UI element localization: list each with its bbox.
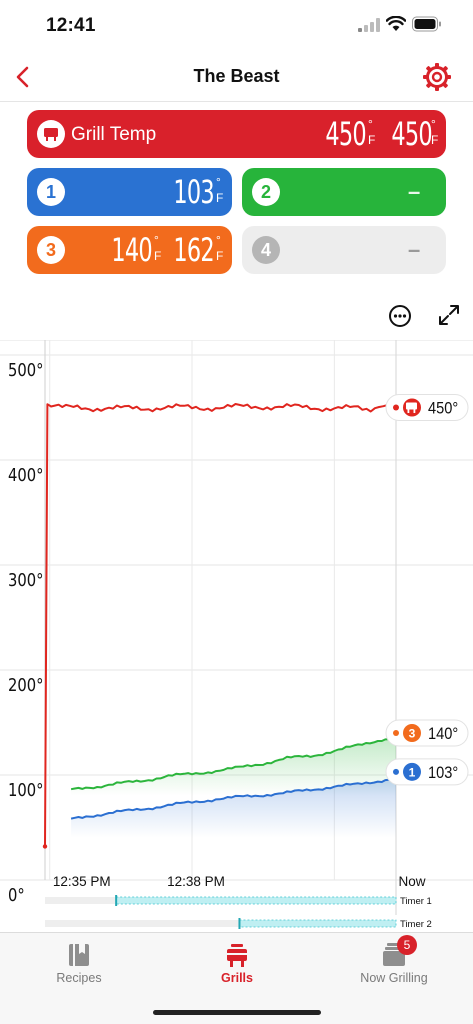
expand-icon[interactable]: [436, 302, 462, 328]
probe-3-target-degree: °: [216, 233, 221, 247]
callout-badge-label: 1: [409, 765, 416, 779]
grill-temp-target: 450: [391, 115, 432, 153]
battery-icon: [412, 16, 441, 32]
timer-label: Timer 2: [400, 919, 432, 930]
timer-start-marker: [115, 895, 118, 906]
tab-grills[interactable]: Grills: [158, 933, 316, 1003]
probe-1-temp: 103: [173, 173, 214, 211]
callout-dot: [393, 404, 399, 411]
probe-2-card[interactable]: 2 –: [242, 168, 446, 216]
status-time: 12:41: [46, 15, 96, 36]
probe-1-unit: F: [216, 191, 224, 205]
grill-temp-label: Grill Temp: [71, 124, 157, 145]
x-tick-label: 12:38 PM: [167, 874, 225, 889]
y-tick-label: 200°: [8, 675, 44, 696]
grill-icon: [227, 944, 247, 967]
y-tick-label: 0°: [8, 885, 25, 906]
probe-1-degree: °: [216, 175, 221, 189]
grill-target-degree: °: [431, 117, 436, 131]
probe-3-target-unit: F: [216, 249, 224, 263]
y-tick-label: 300°: [8, 570, 44, 591]
grill-target-unit: F: [431, 133, 439, 147]
tab-recipes-label: Recipes: [56, 971, 102, 985]
grill-icon: [406, 402, 417, 410]
tab-recipes[interactable]: Recipes: [0, 933, 158, 1003]
callout-value: 103°: [428, 764, 458, 782]
cellular-signal-icon: [358, 18, 380, 32]
temperature-chart[interactable]: 500° 400° 300° 200° 100° 0° 12:35 PM 12:38 PM No…: [0, 340, 473, 940]
grill-icon: [37, 120, 65, 148]
probe3-callout: 3 140°: [385, 719, 469, 747]
probe-3-card[interactable]: 3 140 ° F 162 ° F: [27, 226, 232, 274]
probe-4-badge: 4: [252, 236, 280, 264]
probe-4-placeholder: –: [408, 237, 421, 262]
probe-3-badge: 3: [37, 236, 65, 264]
probe-4-card[interactable]: 4 –: [242, 226, 446, 274]
grill-temp-card[interactable]: Grill Temp 450 ° F 450 ° F: [27, 110, 446, 158]
tab-now-grilling[interactable]: 5 Now Grilling: [315, 933, 473, 1003]
y-tick-label: 100°: [8, 780, 44, 801]
callout-dot: [393, 768, 399, 775]
probe-3-unit: F: [154, 249, 162, 263]
more-options-icon[interactable]: [387, 303, 413, 329]
grill-callout: 450°: [385, 394, 469, 421]
grill-temp-degree: °: [368, 117, 373, 131]
timer-label: Timer 1: [400, 896, 432, 907]
now-grilling-badge: 5: [397, 935, 417, 955]
probe-2-placeholder: –: [408, 179, 421, 204]
callout-dot: [393, 730, 399, 736]
page-title: The Beast: [193, 66, 280, 86]
probe1-callout: 1 103°: [385, 758, 469, 786]
gear-icon[interactable]: [422, 62, 452, 92]
probe-1-card[interactable]: 1 103 ° F: [27, 168, 232, 216]
grill-temp-current: 450: [325, 115, 366, 153]
grill-icon-leg: [413, 409, 416, 413]
status-bar: 12:41: [0, 0, 473, 52]
x-tick-label: Now: [398, 874, 425, 889]
wifi-icon: [386, 16, 406, 31]
probe-3-temp-target: 162: [173, 231, 214, 269]
callout-badge-label: 3: [409, 727, 416, 741]
tab-grills-label: Grills: [221, 971, 253, 985]
timer-bar: [239, 919, 397, 928]
probe-3-degree: °: [154, 233, 159, 247]
home-indicator: [153, 1010, 321, 1015]
probe-2-badge: 2: [252, 178, 280, 206]
timer-start-marker: [238, 918, 241, 929]
timer-bar: [115, 896, 397, 905]
probe-1-badge: 1: [37, 178, 65, 206]
callout-value: 450°: [428, 400, 458, 418]
y-tick-label: 400°: [8, 465, 44, 486]
callout-value: 140°: [428, 725, 458, 743]
probe-3-temp-current: 140: [111, 231, 152, 269]
y-tick-label: 500°: [8, 360, 44, 381]
grill-icon-leg: [407, 409, 410, 413]
x-tick-label: 12:35 PM: [53, 874, 111, 889]
book-icon: [69, 944, 89, 966]
nav-bar: The Beast: [0, 52, 473, 102]
grill-temp-unit: F: [368, 133, 376, 147]
tab-now-grilling-label: Now Grilling: [360, 971, 428, 985]
